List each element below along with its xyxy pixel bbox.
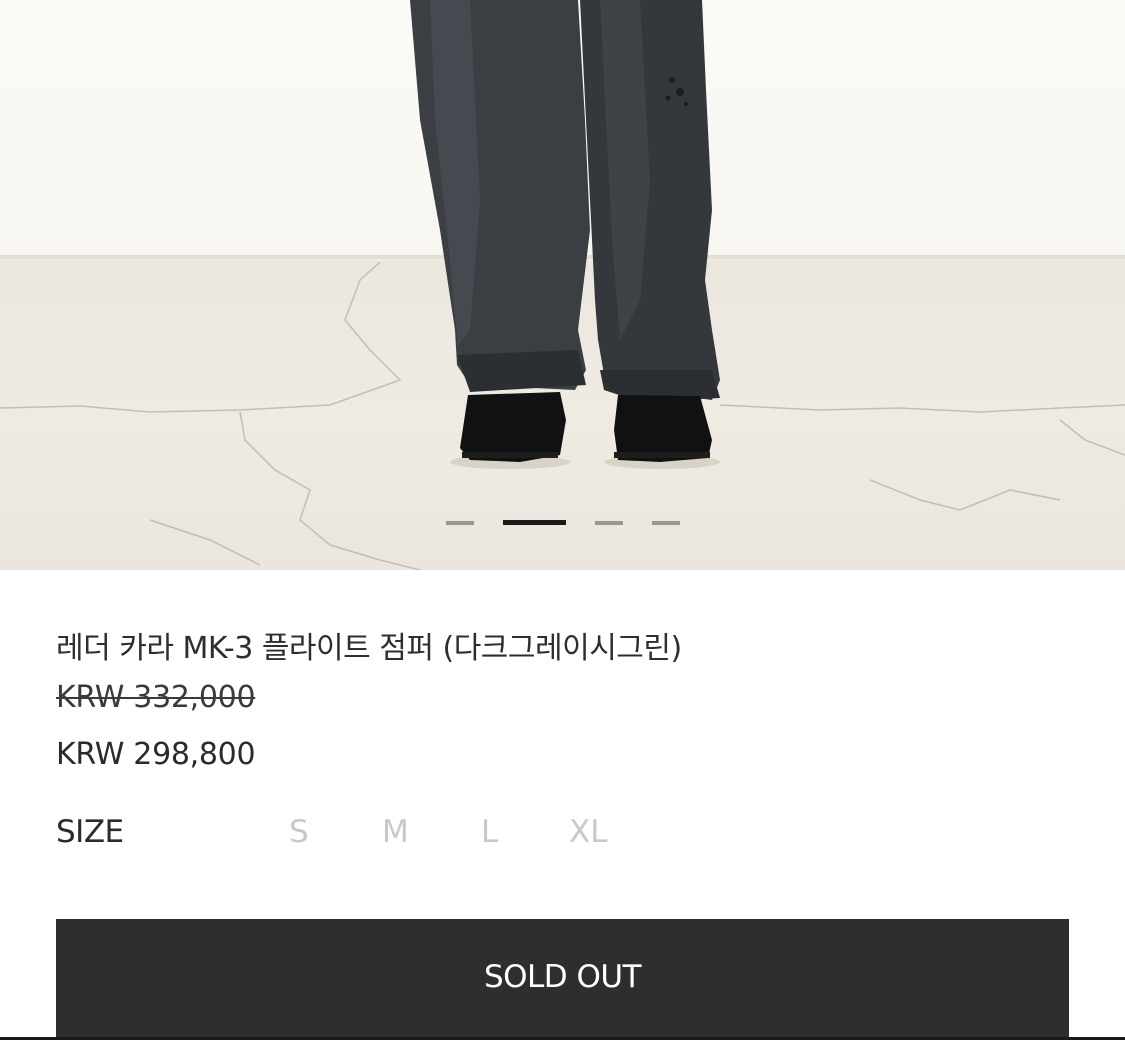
- carousel-dot-3[interactable]: [595, 521, 623, 525]
- product-photo: [0, 0, 1125, 570]
- size-option-m[interactable]: M: [382, 814, 409, 850]
- size-option-l[interactable]: L: [481, 814, 498, 850]
- size-option-s[interactable]: S: [289, 814, 309, 850]
- size-option-xl[interactable]: XL: [569, 814, 608, 850]
- sale-price: KRW 298,800: [56, 737, 256, 772]
- carousel-dot-4[interactable]: [652, 521, 680, 525]
- sold-out-button[interactable]: SOLD OUT: [56, 919, 1069, 1040]
- original-price: KRW 332,000: [56, 680, 256, 715]
- carousel-dot-2-active[interactable]: [503, 520, 566, 525]
- carousel-indicators: [0, 520, 1125, 526]
- size-label: SIZE: [56, 814, 124, 850]
- carousel-dot-1[interactable]: [446, 521, 474, 525]
- product-title: 레더 카라 MK-3 플라이트 점퍼 (다크그레이시그린): [56, 631, 682, 666]
- product-image[interactable]: [0, 0, 1125, 570]
